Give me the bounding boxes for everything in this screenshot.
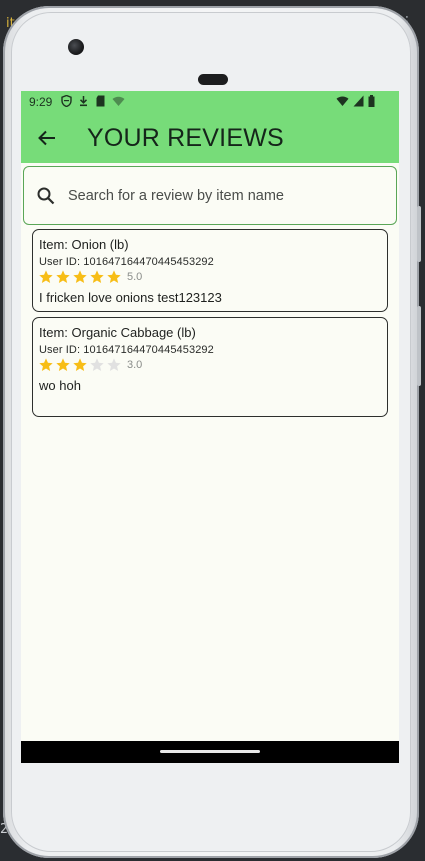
home-gesture-handle[interactable] xyxy=(160,750,260,753)
front-camera xyxy=(68,39,84,55)
navigation-bar xyxy=(21,741,399,763)
vpn-shield-icon xyxy=(61,94,72,108)
page-title: YOUR REVIEWS xyxy=(87,124,284,152)
review-card[interactable]: Item: Onion (lb) User ID: 10164716447044… xyxy=(32,229,388,312)
status-notification-icons xyxy=(61,94,125,108)
earpiece-speaker xyxy=(198,74,228,85)
status-system-icons xyxy=(336,95,375,110)
star-icon xyxy=(73,270,87,283)
wifi-signal-icon xyxy=(336,95,349,110)
star-icon xyxy=(56,358,70,371)
star-icon xyxy=(56,270,70,283)
rating-value: 5.0 xyxy=(127,271,143,283)
star-icon xyxy=(107,358,121,371)
power-button[interactable] xyxy=(417,206,421,262)
rating-value: 3.0 xyxy=(127,359,143,371)
wifi-icon xyxy=(112,95,125,107)
search-input[interactable]: Search for a review by item name xyxy=(23,166,397,225)
download-icon xyxy=(78,95,89,107)
sd-card-icon xyxy=(95,95,106,107)
star-rating: 5.0 xyxy=(38,269,142,285)
review-text: wo hoh xyxy=(39,378,81,393)
star-icon xyxy=(73,358,87,371)
review-item-name: Item: Organic Cabbage (lb) xyxy=(39,325,196,340)
volume-button[interactable] xyxy=(417,306,421,386)
status-time: 9:29 xyxy=(29,95,53,109)
star-rating: 3.0 xyxy=(38,357,142,373)
search-icon xyxy=(36,186,56,206)
star-icon xyxy=(39,358,53,371)
battery-icon xyxy=(368,95,375,110)
star-icon xyxy=(39,270,53,283)
review-text: I fricken love onions test123123 xyxy=(39,290,222,305)
review-user-id: User ID: 101647164470445453292 xyxy=(39,256,214,268)
review-item-name: Item: Onion (lb) xyxy=(39,237,129,252)
search-placeholder: Search for a review by item name xyxy=(68,188,284,204)
review-user-id: User ID: 101647164470445453292 xyxy=(39,344,214,356)
cell-signal-icon xyxy=(353,95,364,110)
star-icon xyxy=(90,358,104,371)
arrow-back-icon[interactable] xyxy=(35,126,59,150)
app-screen: 9:29 YOUR REVIEWS Search for a review by… xyxy=(21,91,399,763)
star-icon xyxy=(107,270,121,283)
status-bar: 9:29 xyxy=(21,91,399,113)
star-icon xyxy=(90,270,104,283)
review-card[interactable]: Item: Organic Cabbage (lb) User ID: 1016… xyxy=(32,317,388,417)
app-bar: YOUR REVIEWS xyxy=(21,113,399,163)
